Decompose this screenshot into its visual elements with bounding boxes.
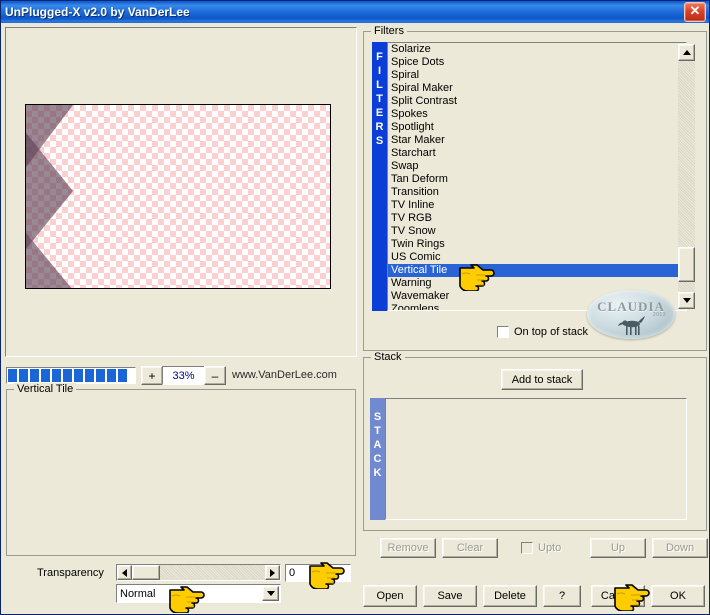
claudia-watermark: CLAUDIA 2013 <box>587 290 675 339</box>
upto-label: Upto <box>538 542 562 554</box>
progress-block <box>118 369 127 382</box>
dog-icon <box>618 316 645 335</box>
progress-block <box>19 369 28 382</box>
transparency-label: Transparency <box>37 567 104 579</box>
progress-block <box>8 369 17 382</box>
render-progress-bar <box>6 367 136 384</box>
filter-list-item[interactable]: Spiral <box>388 69 686 82</box>
dialog-buttons-row: Open Save Delete ? Cancel OK <box>363 585 707 609</box>
filter-list-item[interactable]: Transition <box>388 186 686 199</box>
filters-scrollbar[interactable] <box>678 44 695 309</box>
blend-mode-select[interactable]: Normal <box>116 584 281 603</box>
filter-list-item[interactable]: Spiral Maker <box>388 82 686 95</box>
scrollbar-thumb[interactable] <box>678 247 695 282</box>
filter-list-item[interactable]: US Comic <box>388 251 686 264</box>
on-top-of-stack-checkbox[interactable] <box>497 326 509 338</box>
progress-block <box>85 369 94 382</box>
progress-block <box>96 369 105 382</box>
progress-block <box>63 369 72 382</box>
filters-vertical-label: FILTERS <box>372 42 387 311</box>
preview-image[interactable] <box>25 104 331 289</box>
transparency-value-field[interactable]: 0 <box>285 564 351 582</box>
filter-list-item[interactable]: TV Snow <box>388 225 686 238</box>
filter-list-item[interactable]: Twin Rings <box>388 238 686 251</box>
save-button[interactable]: Save <box>423 585 477 607</box>
scroll-down-icon[interactable] <box>678 292 695 309</box>
filter-list-item[interactable]: Star Maker <box>388 134 686 147</box>
progress-block <box>41 369 50 382</box>
cancel-button[interactable]: Cancel <box>591 585 645 607</box>
chevron-down-icon[interactable] <box>262 586 279 601</box>
zoom-level-value: 33% <box>162 366 205 385</box>
scroll-up-icon[interactable] <box>678 44 695 61</box>
delete-button[interactable]: Delete <box>483 585 537 607</box>
stack-vertical-label: STACK <box>370 398 385 520</box>
close-icon[interactable]: ✕ <box>684 2 706 22</box>
transparency-slider[interactable] <box>116 564 281 581</box>
filter-list-item[interactable]: TV RGB <box>388 212 686 225</box>
watermark-subtext: 2013 <box>652 312 666 318</box>
stack-group: Stack Add to stack STACK <box>363 351 707 531</box>
ok-button[interactable]: OK <box>651 585 705 607</box>
stack-title: Stack <box>371 351 405 363</box>
filter-list-item[interactable]: Warning <box>388 277 686 290</box>
filter-list-item[interactable]: Spokes <box>388 108 686 121</box>
filter-list-item[interactable]: Spice Dots <box>388 56 686 69</box>
filter-list-item[interactable]: Swap <box>388 160 686 173</box>
application-window: UnPlugged-X v2.0 by VanDerLee ✕ + 33% – … <box>0 0 710 615</box>
clear-button[interactable]: Clear <box>442 538 498 558</box>
filter-list-item[interactable]: Split Contrast <box>388 95 686 108</box>
filter-list-item[interactable]: Solarize <box>388 43 686 56</box>
filter-list-item[interactable]: Starchart <box>388 147 686 160</box>
slider-left-arrow-icon[interactable] <box>117 565 132 580</box>
open-button[interactable]: Open <box>363 585 417 607</box>
website-link[interactable]: www.VanDerLee.com <box>232 369 337 381</box>
window-title: UnPlugged-X v2.0 by VanDerLee <box>5 5 190 19</box>
filter-parameters-title: Vertical Tile <box>14 383 77 395</box>
filter-list-item[interactable]: Vertical Tile <box>388 264 686 277</box>
zoom-out-button[interactable]: – <box>204 366 226 385</box>
up-button[interactable]: Up <box>590 538 646 558</box>
help-button[interactable]: ? <box>543 585 581 607</box>
progress-block <box>30 369 39 382</box>
blend-mode-value: Normal <box>120 587 156 600</box>
remove-button[interactable]: Remove <box>380 538 436 558</box>
filter-list-item[interactable]: TV Inline <box>388 199 686 212</box>
progress-block <box>107 369 116 382</box>
progress-block <box>52 369 61 382</box>
stack-actions-row: Remove Clear Upto Up Down <box>369 537 708 559</box>
filters-title: Filters <box>371 25 407 37</box>
title-bar: UnPlugged-X v2.0 by VanDerLee ✕ <box>1 1 709 23</box>
slider-track[interactable] <box>132 565 265 580</box>
preview-shape-middle <box>26 133 73 249</box>
filter-parameters-group: Vertical Tile <box>6 383 356 556</box>
on-top-of-stack-row[interactable]: On top of stack <box>497 326 588 338</box>
slider-right-arrow-icon[interactable] <box>265 565 280 580</box>
add-to-stack-button[interactable]: Add to stack <box>501 369 583 390</box>
preview-panel[interactable] <box>5 27 357 357</box>
progress-block <box>74 369 83 382</box>
down-button[interactable]: Down <box>652 538 708 558</box>
filters-listbox[interactable]: Solarize Spice Dots Spiral Spiral Maker Spli… <box>387 42 687 311</box>
slider-thumb[interactable] <box>132 565 160 580</box>
filter-list-item[interactable]: Tan Deform <box>388 173 686 186</box>
filter-list-item[interactable]: Spotlight <box>388 121 686 134</box>
on-top-of-stack-label: On top of stack <box>514 326 588 338</box>
zoom-in-button[interactable]: + <box>141 366 163 385</box>
preview-shape-bottom <box>26 233 73 288</box>
upto-checkbox[interactable] <box>521 542 533 554</box>
upto-row[interactable]: Upto <box>521 542 561 554</box>
stack-listbox[interactable] <box>385 398 687 520</box>
